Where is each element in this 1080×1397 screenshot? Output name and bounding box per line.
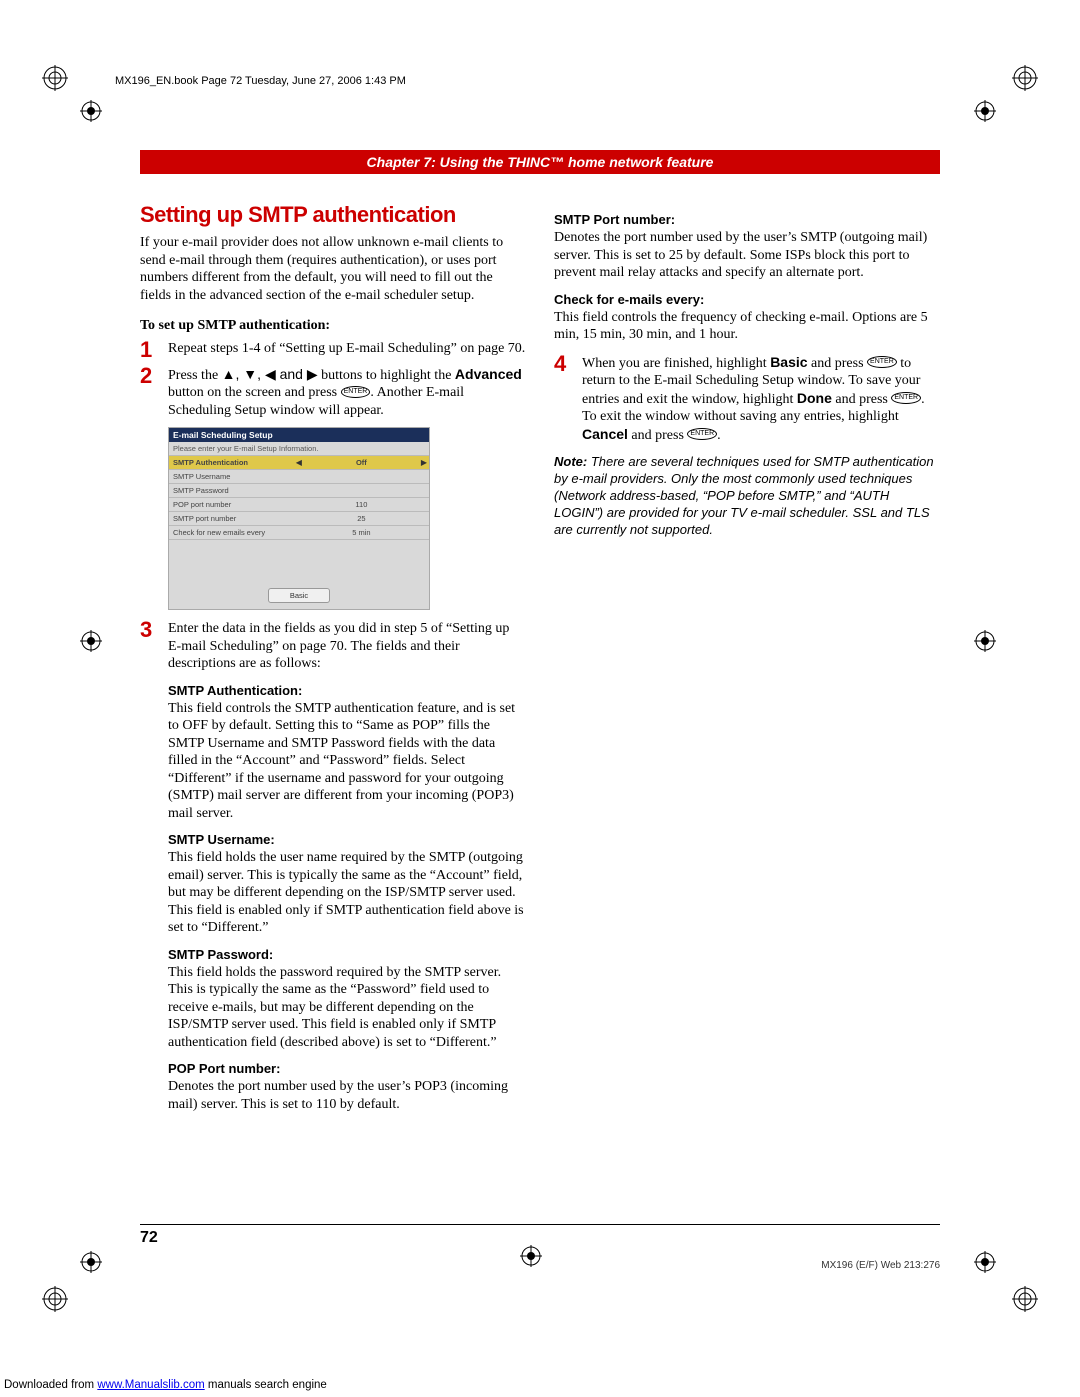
field-body-check-every: This field controls the frequency of che… [554,309,940,344]
osd-filler-row [169,540,429,559]
field-head-smtp-pass: SMTP Password: [168,947,526,962]
field-body-smtp-user: This field holds the user name required … [168,849,526,937]
osd-value: 110 [294,498,429,512]
crop-mark-icon [520,1245,546,1271]
cancel-label: Cancel [582,426,628,442]
osd-value: 5 min [294,526,429,540]
download-prefix: Downloaded from [4,1379,97,1391]
advanced-label: Advanced [455,366,522,382]
osd-label: SMTP Password [169,484,294,498]
chapter-bar: Chapter 7: Using the THINC™ home network… [140,150,940,174]
step-4-text-f: and press [628,428,688,443]
basic-label: Basic [770,354,807,370]
enter-icon: ENTER [891,392,921,404]
field-body-smtp-pass: This field holds the password required b… [168,964,526,1052]
crop-mark-icon [1012,1286,1038,1312]
osd-label: SMTP Username [169,470,294,484]
step-number-3: 3 [140,616,152,644]
page-number: 72 [140,1229,158,1246]
note-body: There are several techniques used for SM… [554,454,934,537]
enter-icon: ENTER [687,428,717,440]
download-attribution: Downloaded from www.Manualslib.com manua… [4,1379,327,1391]
crop-mark-icon [974,1251,1000,1277]
osd-value: 25 [294,512,429,526]
content-area: Chapter 7: Using the THINC™ home network… [140,150,940,1113]
step-1: 1 Repeat steps 1-4 of “Setting up E-mail… [140,340,526,358]
done-label: Done [797,390,832,406]
field-body-smtp-port: Denotes the port number used by the user… [554,229,940,282]
left-triangle-icon: ◀ [296,458,302,467]
osd-label: POP port number [169,498,294,512]
crop-mark-icon [80,630,106,656]
osd-value [294,484,429,498]
osd-basic-button: Basic [268,588,330,603]
osd-value [294,470,429,484]
field-body-smtp-auth: This field controls the SMTP authenticat… [168,700,526,823]
field-head-smtp-auth: SMTP Authentication: [168,683,526,698]
osd-table: SMTP Authentication ◀ Off ▶ SMTP Usernam… [169,455,429,558]
note-block: Note: There are several techniques used … [554,454,940,538]
footer-right: MX196 (E/F) Web 213:276 [821,1260,940,1271]
step-2-text-b: buttons to highlight the [318,368,455,383]
step-number-4: 4 [554,350,566,378]
osd-row-smtp-port: SMTP port number25 [169,512,429,526]
left-column: Setting up SMTP authentication If your e… [140,202,526,1113]
crop-mark-icon [80,100,106,126]
procedure-heading: To set up SMTP authentication: [140,318,526,334]
enter-icon: ENTER [867,356,897,368]
crop-mark-icon [974,630,1000,656]
step-2-text-c: button on the screen and press [168,385,341,400]
enter-icon: ENTER [341,386,371,398]
field-head-check-every: Check for e-mails every: [554,292,940,307]
step-4-text-b: and press [808,356,868,371]
osd-label: SMTP port number [169,512,294,526]
osd-email-scheduling-setup: E-mail Scheduling Setup Please enter you… [168,427,430,610]
right-column: SMTP Port number: Denotes the port numbe… [554,202,940,1113]
osd-label: SMTP Authentication [169,456,294,470]
osd-value: ◀ Off ▶ [294,456,429,470]
step-1-text: Repeat steps 1-4 of “Setting up E-mail S… [168,341,525,356]
step-number-1: 1 [140,336,152,364]
osd-row-smtp-user: SMTP Username [169,470,429,484]
note-label: Note: [554,454,587,469]
page-number-footer: 72 [140,1224,940,1247]
intro-paragraph: If your e-mail provider does not allow u… [140,234,526,304]
crop-mark-icon [974,100,1000,126]
step-3: 3 Enter the data in the fields as you di… [140,620,526,673]
step-2-text-a: Press the [168,368,222,383]
step-3-text: Enter the data in the fields as you did … [168,621,509,671]
section-title: Setting up SMTP authentication [140,202,526,228]
field-head-smtp-user: SMTP Username: [168,832,526,847]
step-4-text-a: When you are finished, highlight [582,356,770,371]
download-suffix: manuals search engine [205,1379,327,1391]
field-head-pop-port: POP Port number: [168,1061,526,1076]
osd-row-smtp-pass: SMTP Password [169,484,429,498]
osd-row-smtp-auth: SMTP Authentication ◀ Off ▶ [169,456,429,470]
crop-mark-icon [80,1251,106,1277]
step-number-2: 2 [140,362,152,390]
osd-prompt: Please enter your E-mail Setup Informati… [169,442,429,455]
right-triangle-icon: ▶ [421,458,427,467]
arrow-icons: ▲, ▼, ◀ and ▶ [222,366,318,382]
osd-label: Check for new emails every [169,526,294,540]
book-header-line: MX196_EN.book Page 72 Tuesday, June 27, … [115,75,406,87]
field-body-pop-port: Denotes the port number used by the user… [168,1078,526,1113]
two-column-layout: Setting up SMTP authentication If your e… [140,202,940,1113]
osd-row-check-every: Check for new emails every5 min [169,526,429,540]
osd-title: E-mail Scheduling Setup [169,428,429,442]
page: MX196_EN.book Page 72 Tuesday, June 27, … [0,0,1080,1397]
manualslib-link[interactable]: www.Manualslib.com [97,1379,204,1391]
step-4: 4 When you are finished, highlight Basic… [554,354,940,445]
step-2: 2 Press the ▲, ▼, ◀ and ▶ buttons to hig… [140,366,526,420]
step-4-text-d: and press [832,392,892,407]
field-head-smtp-port: SMTP Port number: [554,212,940,227]
crop-mark-icon [42,1286,68,1312]
step-4-text-g: . [717,428,721,443]
crop-mark-icon [42,65,68,91]
osd-value-text: Off [356,458,367,467]
osd-row-pop-port: POP port number110 [169,498,429,512]
crop-mark-icon [1012,65,1038,91]
